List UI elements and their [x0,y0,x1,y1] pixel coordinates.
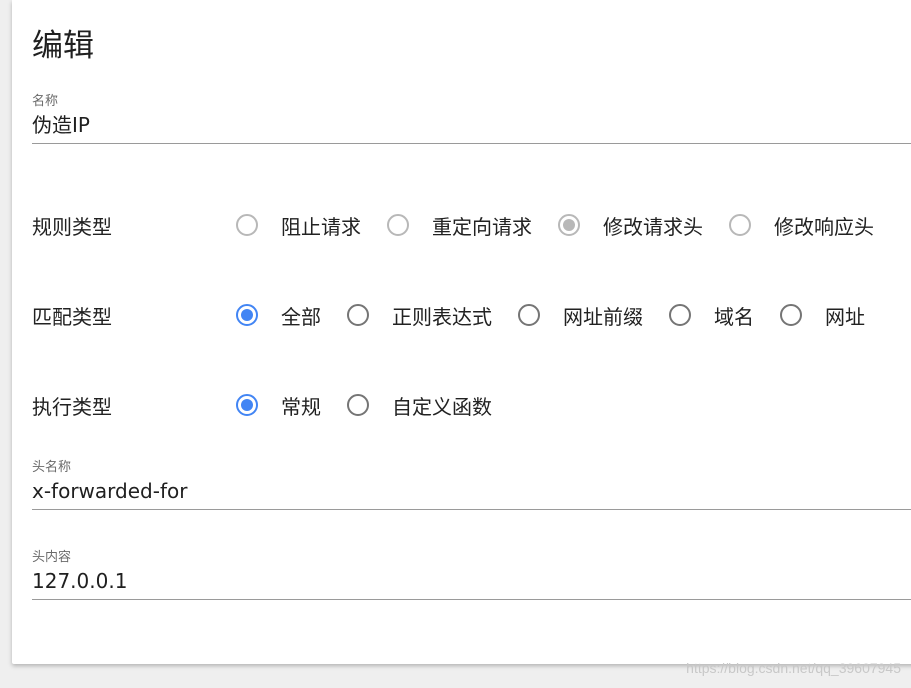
option-label: 常规 [281,394,321,419]
option-label: 正则表达式 [392,304,492,329]
radio-button[interactable] [347,394,369,416]
option-label: 修改响应头 [774,214,874,239]
match-type-option-url[interactable]: 网址 [780,301,891,330]
exec-type-option-custom-function[interactable]: 自定义函数 [347,391,518,420]
rule-type-label: 规则类型 [32,214,112,239]
name-input[interactable]: 伪造IP [32,112,911,144]
header-name-label: 头名称 [32,460,72,475]
option-label: 网址 [825,304,865,329]
match-type-option-domain[interactable]: 域名 [669,301,780,330]
radio-button[interactable] [236,394,258,416]
exec-type-options: 常规 自定义函数 [236,391,518,420]
radio-button[interactable] [236,214,258,236]
header-value-input[interactable]: 127.0.0.1 [32,568,911,600]
exec-type-row: 执行类型 常规 自定义函数 [32,390,518,420]
rule-type-option-block[interactable]: 阻止请求 [236,211,387,240]
option-label: 阻止请求 [281,214,361,239]
exec-type-label: 执行类型 [32,394,112,419]
radio-button[interactable] [236,304,258,326]
option-label: 域名 [714,304,754,329]
name-field-label: 名称 [32,94,59,109]
header-value-label: 头内容 [32,550,72,565]
radio-button[interactable] [729,214,751,236]
match-type-row: 匹配类型 全部 正则表达式 网址前缀 域名 网址 [32,300,891,330]
header-name-field: 头名称 x-forwarded-for [32,460,911,510]
match-type-option-url-prefix[interactable]: 网址前缀 [518,301,669,330]
option-label: 重定向请求 [432,214,532,239]
rule-type-option-modify-request-header[interactable]: 修改请求头 [558,211,729,240]
radio-button[interactable] [387,214,409,236]
option-label: 网址前缀 [563,304,643,329]
radio-button[interactable] [669,304,691,326]
edit-dialog: 编辑 名称 伪造IP 规则类型 阻止请求 重定向请求 修改请求头 修改响应头 匹… [12,0,911,664]
name-field: 名称 伪造IP [32,94,911,144]
option-label: 修改请求头 [603,214,703,239]
match-type-option-all[interactable]: 全部 [236,301,347,330]
header-value-field: 头内容 127.0.0.1 [32,550,911,600]
dialog-title: 编辑 [32,28,94,64]
rule-type-row: 规则类型 阻止请求 重定向请求 修改请求头 修改响应头 [32,210,900,240]
match-type-options: 全部 正则表达式 网址前缀 域名 网址 [236,301,891,330]
radio-button[interactable] [780,304,802,326]
rule-type-option-redirect[interactable]: 重定向请求 [387,211,558,240]
radio-button[interactable] [347,304,369,326]
match-type-option-regex[interactable]: 正则表达式 [347,301,518,330]
rule-type-option-modify-response-header[interactable]: 修改响应头 [729,211,900,240]
rule-type-options: 阻止请求 重定向请求 修改请求头 修改响应头 [236,211,900,240]
watermark: https://blog.csdn.net/qq_39607945 [686,660,901,676]
option-label: 全部 [281,304,321,329]
exec-type-option-normal[interactable]: 常规 [236,391,347,420]
header-name-input[interactable]: x-forwarded-for [32,478,911,510]
radio-button[interactable] [518,304,540,326]
option-label: 自定义函数 [392,394,492,419]
match-type-label: 匹配类型 [32,304,112,329]
radio-button[interactable] [558,214,580,236]
